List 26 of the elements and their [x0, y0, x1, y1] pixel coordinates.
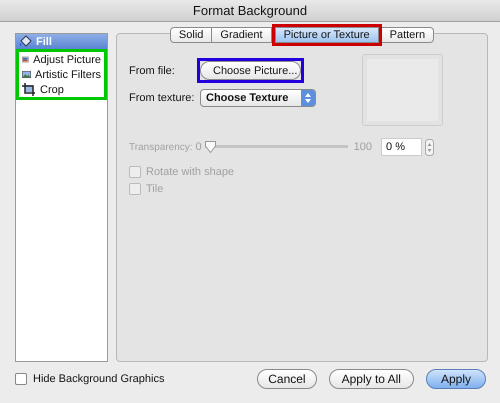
choose-picture-button[interactable]: Choose Picture...: [200, 61, 301, 80]
sidebar-item[interactable]: Artistic Filters: [19, 67, 104, 82]
sidebar-item[interactable]: Adjust Picture: [19, 52, 104, 67]
dialog-button[interactable]: Apply to All: [328, 369, 414, 389]
texture-dropdown[interactable]: Choose Texture: [200, 88, 316, 106]
slider-min-label: 0: [196, 141, 202, 153]
window-title: Format Background: [192, 3, 308, 18]
transparency-label: Transparency:: [129, 142, 193, 152]
dialog-button[interactable]: Apply: [426, 369, 486, 389]
checkbox-label: Rotate with shape: [146, 166, 234, 178]
tab[interactable]: Picture or Texture: [274, 26, 379, 42]
checkbox[interactable]: [15, 373, 27, 385]
tab[interactable]: Solid: [170, 26, 212, 42]
dialog-button[interactable]: Cancel: [257, 369, 317, 389]
paint-bucket-icon: [19, 35, 32, 48]
tab[interactable]: Gradient: [212, 26, 272, 42]
slider-max-label: 100: [354, 141, 372, 153]
sidebar-item[interactable]: Crop: [19, 82, 104, 97]
landscape-icon: [22, 68, 31, 81]
crop-icon: [22, 83, 36, 96]
tab[interactable]: Pattern: [382, 26, 434, 42]
checkbox-label: Tile: [146, 182, 164, 194]
stepper-icon: [301, 90, 315, 106]
from-texture-label: From texture:: [129, 92, 196, 104]
checkbox-label: Hide Background Graphics: [33, 373, 164, 385]
from-file-label: From file:: [129, 64, 176, 76]
